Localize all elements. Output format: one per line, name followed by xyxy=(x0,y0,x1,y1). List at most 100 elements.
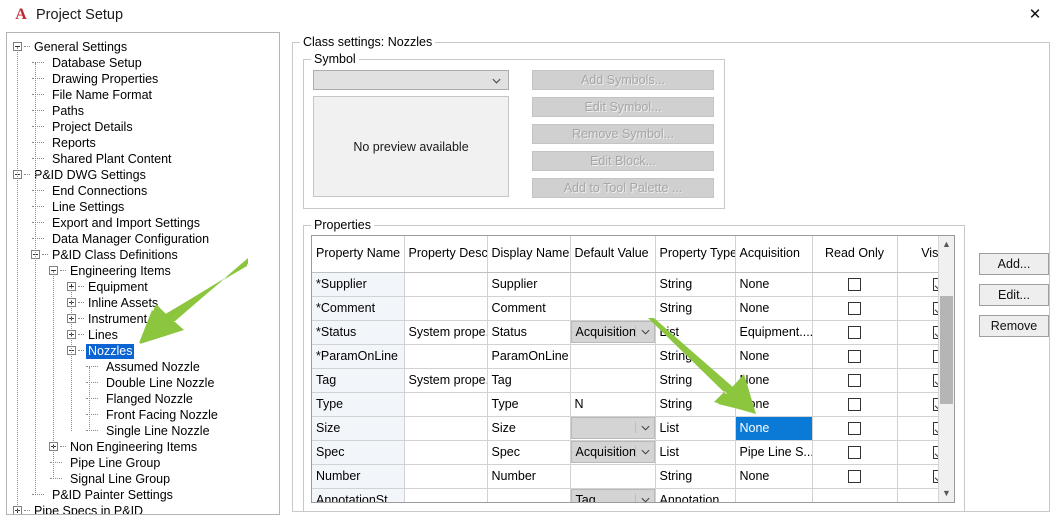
cell-property-description[interactable]: System prope... xyxy=(404,368,488,393)
checkbox-unchecked[interactable] xyxy=(848,278,861,292)
sidebar-item-equipment[interactable]: Equipment xyxy=(7,279,279,295)
cell-display-name[interactable]: Type xyxy=(487,392,571,417)
cell-default-value[interactable] xyxy=(570,464,656,489)
cell-property-description[interactable] xyxy=(404,296,488,321)
sidebar-item-database-setup[interactable]: Database Setup xyxy=(7,55,279,71)
column-header-property-name[interactable]: Property Name xyxy=(312,236,405,273)
chevron-down-icon[interactable] xyxy=(634,422,651,433)
table-row[interactable]: *Supplier Supplier String None xyxy=(312,272,954,297)
symbol-combo[interactable] xyxy=(313,70,509,90)
cell-read-only[interactable] xyxy=(812,320,898,345)
sidebar-item-non-engineering-items[interactable]: Non Engineering Items xyxy=(7,439,279,455)
sidebar-item-data-manager-configuration[interactable]: Data Manager Configuration xyxy=(7,231,279,247)
table-vertical-scrollbar[interactable]: ▲ ▼ xyxy=(938,236,954,502)
cell-default-value[interactable]: Acquisition xyxy=(570,440,656,465)
sidebar-item-assumed-nozzle[interactable]: Assumed Nozzle xyxy=(7,359,279,375)
cell-read-only[interactable] xyxy=(812,440,898,465)
checkbox-unchecked[interactable] xyxy=(848,350,861,364)
cell-property-type[interactable]: List xyxy=(655,416,736,441)
chevron-down-icon[interactable] xyxy=(634,494,651,503)
table-row[interactable]: *ParamOnLine ParamOnLine String None xyxy=(312,344,954,369)
cell-property-type[interactable]: String xyxy=(655,464,736,489)
chevron-down-icon[interactable] xyxy=(634,326,651,337)
cell-read-only[interactable] xyxy=(812,464,898,489)
chevron-down-icon[interactable] xyxy=(634,446,651,457)
cell-property-name[interactable]: Type xyxy=(312,392,405,417)
sidebar-item-file-name-format[interactable]: File Name Format xyxy=(7,87,279,103)
sidebar-item-inline-assets[interactable]: Inline Assets xyxy=(7,295,279,311)
cell-acquisition[interactable]: None xyxy=(735,392,813,417)
checkbox-unchecked[interactable] xyxy=(848,302,861,316)
cell-property-type[interactable]: List xyxy=(655,440,736,465)
sidebar-item-general-settings[interactable]: General Settings xyxy=(7,39,279,55)
cell-property-type[interactable]: String xyxy=(655,272,736,297)
sidebar-item-line-settings[interactable]: Line Settings xyxy=(7,199,279,215)
add-button[interactable]: Add... xyxy=(979,253,1049,275)
cell-display-name[interactable]: Size xyxy=(487,416,571,441)
cell-property-type[interactable]: List xyxy=(655,320,736,345)
chevron-down-icon[interactable]: ▼ xyxy=(939,485,954,502)
sidebar-item-double-line-nozzle[interactable]: Double Line Nozzle xyxy=(7,375,279,391)
sidebar-item-p-id-painter-settings[interactable]: P&ID Painter Settings xyxy=(7,487,279,503)
cell-property-name[interactable]: *Status xyxy=(312,320,405,345)
sidebar-item-front-facing-nozzle[interactable]: Front Facing Nozzle xyxy=(7,407,279,423)
cell-default-value[interactable]: Acquisition xyxy=(570,320,656,345)
cell-property-name[interactable]: *Supplier xyxy=(312,272,405,297)
sidebar-item-shared-plant-content[interactable]: Shared Plant Content xyxy=(7,151,279,167)
cell-acquisition[interactable] xyxy=(735,488,813,502)
column-header-read-only[interactable]: Read Only xyxy=(812,236,898,273)
cell-property-type[interactable]: Annotation xyxy=(655,488,736,502)
cell-property-type[interactable]: String xyxy=(655,392,736,417)
cell-acquisition[interactable]: None xyxy=(735,296,813,321)
cell-property-name[interactable]: Number xyxy=(312,464,405,489)
cell-display-name[interactable]: Comment xyxy=(487,296,571,321)
cell-property-name[interactable]: *Comment xyxy=(312,296,405,321)
cell-display-name[interactable]: Status xyxy=(487,320,571,345)
cell-property-name[interactable]: Size xyxy=(312,416,405,441)
cell-default-value[interactable]: N xyxy=(570,392,656,417)
checkbox-unchecked[interactable] xyxy=(848,446,861,460)
checkbox-unchecked[interactable] xyxy=(848,398,861,412)
cell-property-type[interactable]: String xyxy=(655,368,736,393)
column-header-display-name[interactable]: Display Name xyxy=(487,236,571,273)
column-header-acquisition[interactable]: Acquisition xyxy=(735,236,813,273)
cell-property-description[interactable] xyxy=(404,392,488,417)
cell-property-name[interactable]: Spec xyxy=(312,440,405,465)
sidebar-item-paths[interactable]: Paths xyxy=(7,103,279,119)
cell-acquisition[interactable]: None xyxy=(735,368,813,393)
cell-display-name[interactable]: ParamOnLine xyxy=(487,344,571,369)
cell-read-only[interactable] xyxy=(812,272,898,297)
cell-default-value[interactable] xyxy=(570,344,656,369)
sidebar-item-end-connections[interactable]: End Connections xyxy=(7,183,279,199)
checkbox-unchecked[interactable] xyxy=(848,326,861,340)
sidebar-item-project-details[interactable]: Project Details xyxy=(7,119,279,135)
cell-property-type[interactable]: String xyxy=(655,344,736,369)
cell-default-value[interactable] xyxy=(570,272,656,297)
cell-acquisition[interactable]: Equipment.... xyxy=(735,320,813,345)
cell-default-value[interactable] xyxy=(570,296,656,321)
cell-acquisition[interactable]: None xyxy=(735,344,813,369)
table-row[interactable]: Number Number String None xyxy=(312,464,954,489)
sidebar-item-nozzles[interactable]: Nozzles xyxy=(7,343,279,359)
cell-property-description[interactable]: System prope... xyxy=(404,320,488,345)
sidebar-item-drawing-properties[interactable]: Drawing Properties xyxy=(7,71,279,87)
checkbox-unchecked[interactable] xyxy=(848,470,861,484)
cell-acquisition[interactable]: None xyxy=(735,464,813,489)
dropdown-cell[interactable]: Acquisition xyxy=(570,321,654,343)
cell-property-name[interactable]: AnnotationSt... xyxy=(312,488,405,502)
column-header-property-type[interactable]: Property Type xyxy=(655,236,736,273)
cell-property-description[interactable] xyxy=(404,464,488,489)
table-row[interactable]: *StatusSystem prope...Status Acquisition L… xyxy=(312,320,954,345)
sidebar-item-signal-line-group[interactable]: Signal Line Group xyxy=(7,471,279,487)
table-row[interactable]: Type Type N String None xyxy=(312,392,954,417)
cell-property-description[interactable] xyxy=(404,488,488,502)
cell-acquisition[interactable]: Pipe Line S... xyxy=(735,440,813,465)
scrollbar-thumb[interactable] xyxy=(940,296,953,404)
cell-default-value[interactable]: Tag xyxy=(570,488,656,503)
column-header-property-description[interactable]: Property Description xyxy=(404,236,488,273)
sidebar-item-single-line-nozzle[interactable]: Single Line Nozzle xyxy=(7,423,279,439)
chevron-up-icon[interactable]: ▲ xyxy=(939,236,954,253)
table-row[interactable]: TagSystem prope...Tag StringNone xyxy=(312,368,954,393)
table-row[interactable]: AnnotationSt... Tag Annotation xyxy=(312,488,954,503)
table-row[interactable]: Spec Spec Acquisition List Pipe Line S... xyxy=(312,440,954,465)
